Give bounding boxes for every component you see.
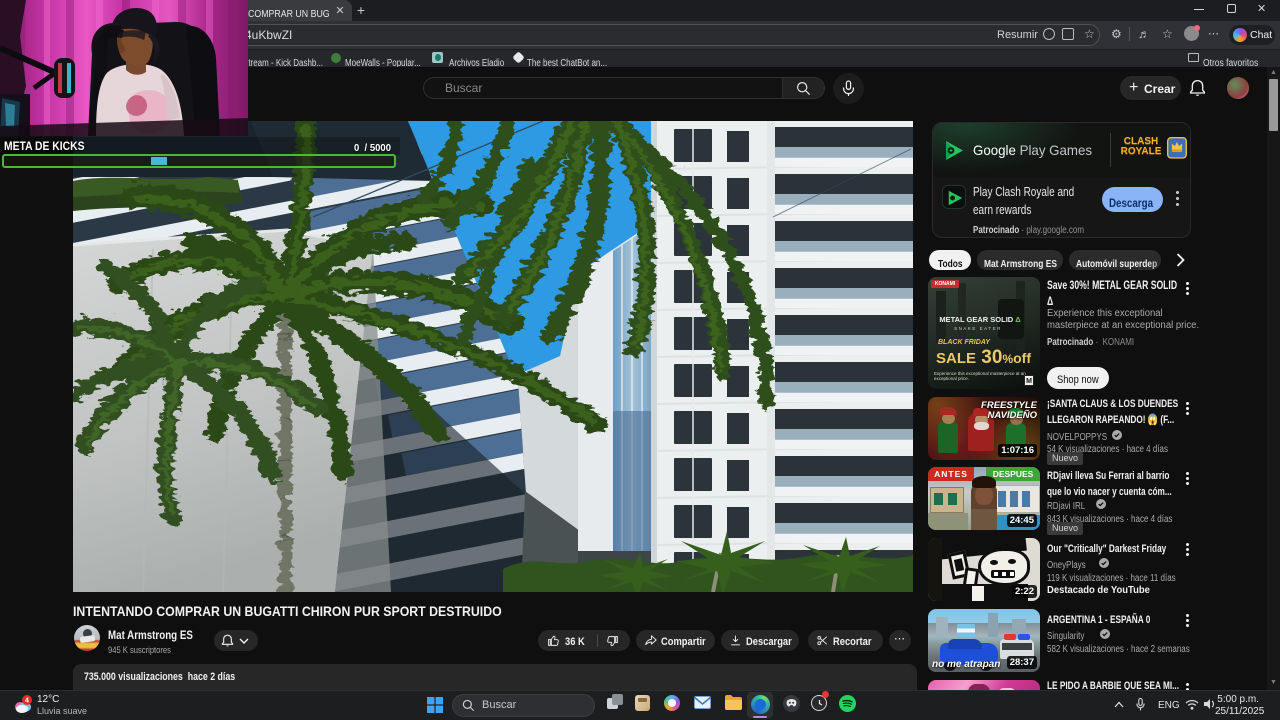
svg-text:4: 4 bbox=[25, 698, 29, 705]
